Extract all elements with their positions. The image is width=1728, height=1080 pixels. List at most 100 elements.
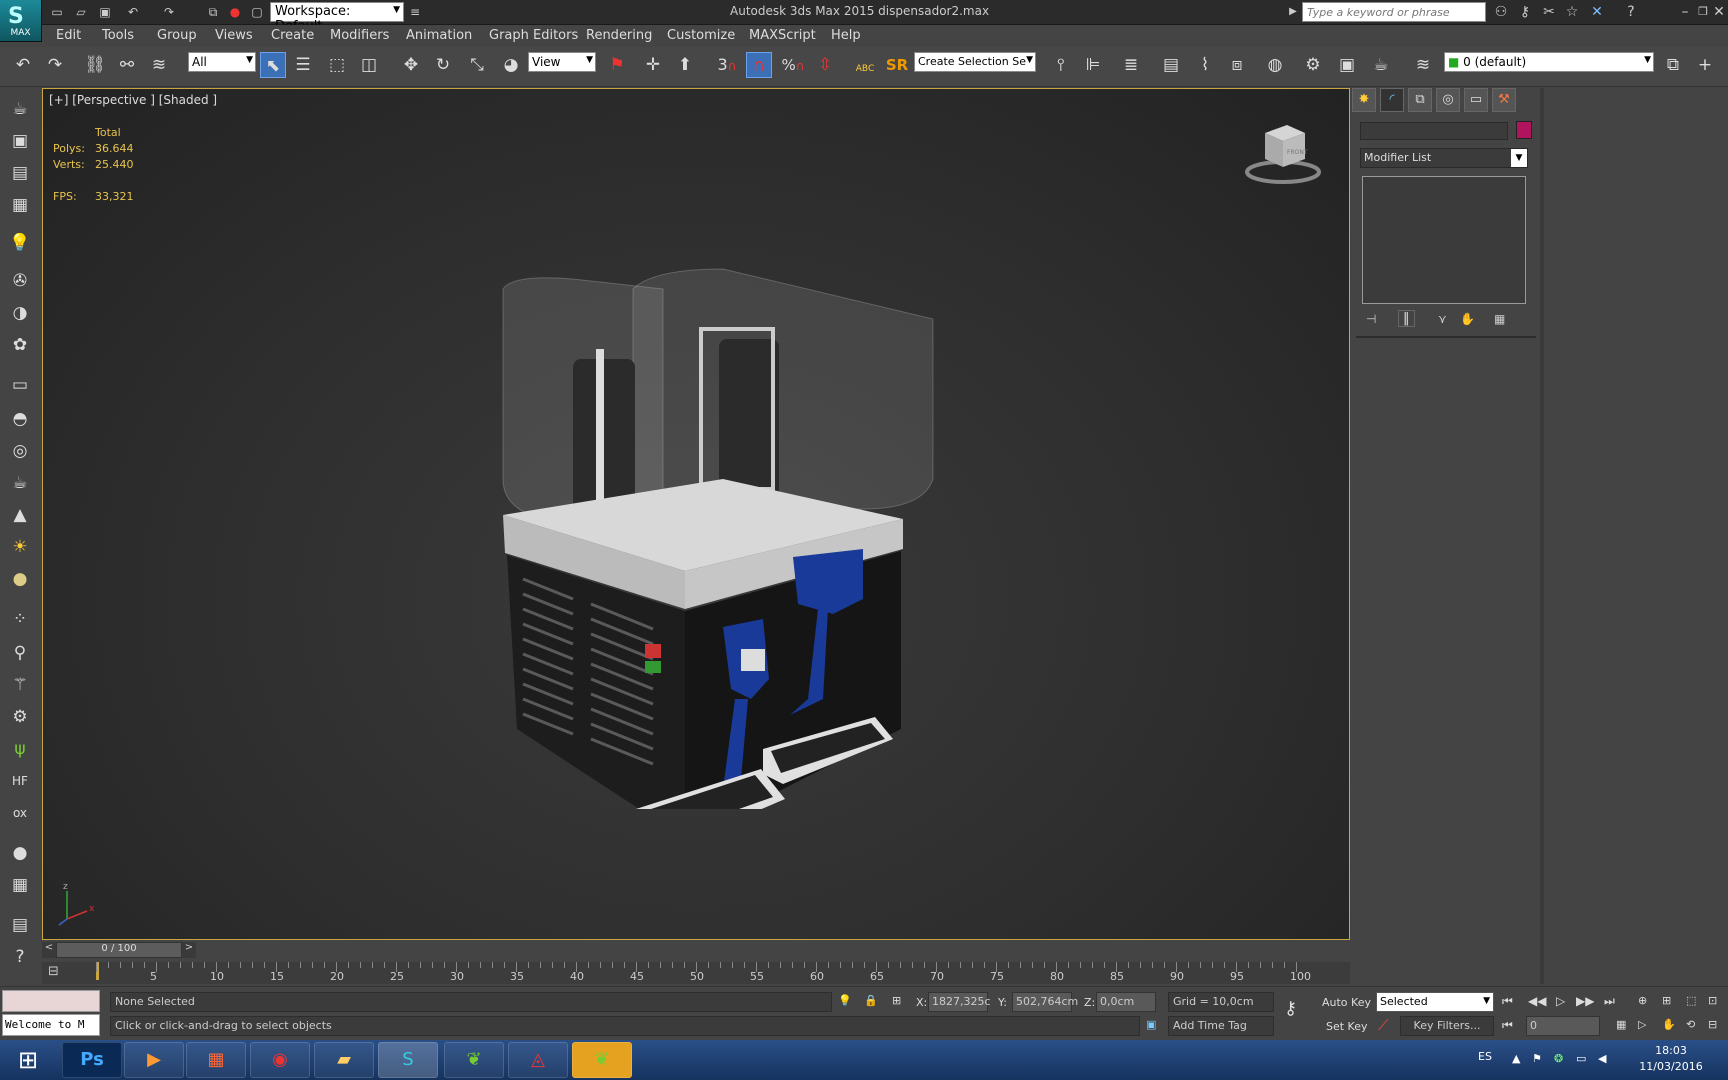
key-filters-button[interactable]: Key Filters...	[1400, 1016, 1494, 1036]
layer-explorer-icon[interactable]: ≣	[1118, 52, 1144, 78]
modify-tab-icon[interactable]: ◜	[1380, 88, 1404, 112]
curve-editor-icon[interactable]: ⌇	[1192, 52, 1218, 78]
volume-icon[interactable]: ◀	[1598, 1052, 1606, 1065]
application-button[interactable]: S MAX	[0, 0, 42, 42]
toggle-ribbon-icon[interactable]: ▤	[1158, 52, 1184, 78]
track-bar[interactable]: ⊟ 5 10 15 20 25 30 35 40 45 50 55 60 65 70 75 80 85 90 95 1…	[42, 962, 1350, 984]
key-icon[interactable]: ⚷	[1516, 3, 1534, 21]
key-mode-dropdown[interactable]: Selected ▼	[1376, 992, 1494, 1012]
time-slider[interactable]: < 0 / 100 >	[42, 942, 1350, 960]
menu-customize[interactable]: Customize	[667, 28, 735, 43]
prev-frame-icon[interactable]: ◀◀	[1528, 994, 1546, 1008]
menu-graph-editors[interactable]: Graph Editors	[489, 28, 578, 43]
menu-create[interactable]: Create	[271, 28, 314, 43]
menu-help[interactable]: Help	[831, 28, 861, 43]
zoom-all-icon[interactable]: ⊞	[1662, 994, 1671, 1007]
quick-access-customize-icon[interactable]: ≡	[406, 4, 424, 20]
particles-icon[interactable]: ⁘	[7, 606, 33, 632]
workspace-dropdown[interactable]: Workspace: Default▼	[270, 2, 404, 34]
cone-icon[interactable]: ▲	[7, 502, 33, 528]
viewcube-icon[interactable]: FRONT	[1243, 119, 1323, 189]
selection-lock-icon[interactable]: 🔒	[864, 994, 878, 1007]
current-frame-field[interactable]: 0	[1526, 1016, 1600, 1036]
molecule-icon[interactable]: ⚲	[7, 640, 33, 666]
bind-space-warp-icon[interactable]: ≋	[146, 52, 172, 78]
modifier-list-dropdown[interactable]: Modifier List ▼	[1360, 148, 1528, 168]
select-and-rotate-icon[interactable]: ↻	[430, 52, 456, 78]
fetch-icon[interactable]: ▢	[248, 4, 266, 20]
show-end-result-icon[interactable]: ‖	[1398, 310, 1415, 327]
save-file-icon[interactable]: ▣	[96, 4, 114, 20]
goto-start-icon[interactable]: ⏮	[1502, 994, 1513, 1009]
panel-scrollbar[interactable]	[1540, 88, 1544, 984]
y-coord-field[interactable]: 502,764cm	[1012, 992, 1078, 1012]
angle-snap-icon[interactable]: ∩	[746, 52, 772, 78]
show-hidden-icons[interactable]: ▲	[1512, 1052, 1520, 1065]
torus-icon[interactable]: ◎	[7, 438, 33, 464]
acrobat-icon[interactable]: ◬	[508, 1042, 568, 1078]
motion-tab-icon[interactable]: ◎	[1436, 88, 1460, 112]
film-icon[interactable]: ✿	[7, 332, 33, 358]
zoom-extents-all-icon[interactable]: ⊡	[1708, 994, 1717, 1007]
display-tab-icon[interactable]: ▭	[1464, 88, 1488, 112]
maxscript-listener-pink[interactable]	[2, 990, 100, 1012]
edit-named-selections-button[interactable]: ABC	[852, 52, 878, 78]
create-layer-icon[interactable]: ⧉	[1660, 52, 1686, 78]
selection-sets-button[interactable]: SR	[884, 52, 910, 78]
infocenter-expand-icon[interactable]: ▶	[1284, 3, 1302, 21]
redo-icon[interactable]: ↷	[160, 4, 178, 20]
maximize-viewport-icon[interactable]: ⊟	[1708, 1018, 1717, 1031]
pivot-point-center-icon[interactable]: ⚑	[604, 52, 630, 78]
percent-snap-toggle[interactable]: %∩	[780, 52, 806, 78]
time-slider-thumb[interactable]: 0 / 100	[56, 942, 182, 958]
field-of-view-icon[interactable]: ▦	[1616, 1018, 1626, 1031]
select-and-move-icon[interactable]: ✥	[398, 52, 424, 78]
manage-layers-icon[interactable]: ≋	[1410, 52, 1436, 78]
undo-icon[interactable]: ↶	[10, 52, 36, 78]
pin-stack-icon[interactable]: ⊣	[1366, 312, 1376, 326]
clock-time[interactable]: 18:03	[1636, 1044, 1706, 1057]
dispenser-3d-model[interactable]	[423, 179, 963, 809]
render-setup-icon[interactable]: ⚙	[1300, 52, 1326, 78]
binoculars-icon[interactable]: ⚇	[1492, 3, 1510, 21]
new-scene-icon[interactable]: ▭	[48, 4, 66, 20]
pan-hand-icon[interactable]: ✋	[1662, 1018, 1676, 1031]
network-icon[interactable]: ❂	[1554, 1052, 1563, 1065]
action-center-icon[interactable]: ⚑	[1532, 1052, 1542, 1065]
auto-key-button[interactable]: Auto Key	[1322, 996, 1371, 1009]
x-coord-field[interactable]: 1827,325c	[928, 992, 991, 1012]
file-explorer-icon[interactable]: ▰	[314, 1042, 374, 1078]
play-icon[interactable]: ▷	[1556, 994, 1565, 1008]
favorites-star-icon[interactable]: ☆	[1563, 3, 1581, 21]
rectangular-selection-icon[interactable]: ⬚	[324, 52, 350, 78]
rendered-frame-window-icon[interactable]: ▣	[1334, 52, 1360, 78]
keyboard-shortcut-override-icon[interactable]: ⬆	[672, 52, 698, 78]
chrome-icon[interactable]: ◉	[250, 1042, 310, 1078]
configure-modifier-sets-icon[interactable]: ▦	[1494, 312, 1505, 326]
windows-start-icon[interactable]: ⊞	[2, 1040, 54, 1080]
spinner-snap-icon[interactable]: ⇳	[812, 52, 838, 78]
absolute-mode-icon[interactable]: ⊞	[892, 994, 901, 1007]
ball-icon[interactable]: ●	[7, 840, 33, 866]
unlink-icon[interactable]: ⚯	[114, 52, 140, 78]
perspective-viewport[interactable]: [+] [Perspective ] [Shaded ] Total Polys…	[42, 88, 1350, 940]
light-bulb-icon[interactable]: 💡	[7, 230, 33, 256]
make-unique-icon[interactable]: ⋎	[1438, 312, 1447, 326]
snaps-toggle[interactable]: 3∩	[714, 52, 740, 78]
material-editor-icon[interactable]: ◍	[1262, 52, 1288, 78]
time-tag-icon[interactable]: ▣	[1146, 1018, 1156, 1031]
select-and-scale-icon[interactable]: ⤡	[464, 52, 490, 78]
display-icon[interactable]: ▭	[1576, 1052, 1586, 1065]
hemisphere-icon[interactable]: ◓	[7, 406, 33, 432]
goto-end-icon[interactable]: ⏭	[1604, 994, 1615, 1009]
hold-icon[interactable]: ●	[226, 4, 244, 20]
layer-dropdown[interactable]: ■ 0 (default) ▼	[1444, 52, 1654, 72]
menu-maxscript[interactable]: MAXScript	[749, 28, 816, 43]
apps-grid-icon[interactable]: ▦	[186, 1042, 246, 1078]
search-input[interactable]: Type a keyword or phrase	[1302, 2, 1486, 22]
select-and-link-icon[interactable]: ⛓	[82, 52, 108, 78]
zoom-extents-icon[interactable]: ⬚	[1686, 994, 1696, 1007]
align-icon[interactable]: ⊫	[1080, 52, 1106, 78]
photoshop-icon[interactable]: Ps	[62, 1042, 122, 1078]
image-icon[interactable]: ▣	[7, 128, 33, 154]
